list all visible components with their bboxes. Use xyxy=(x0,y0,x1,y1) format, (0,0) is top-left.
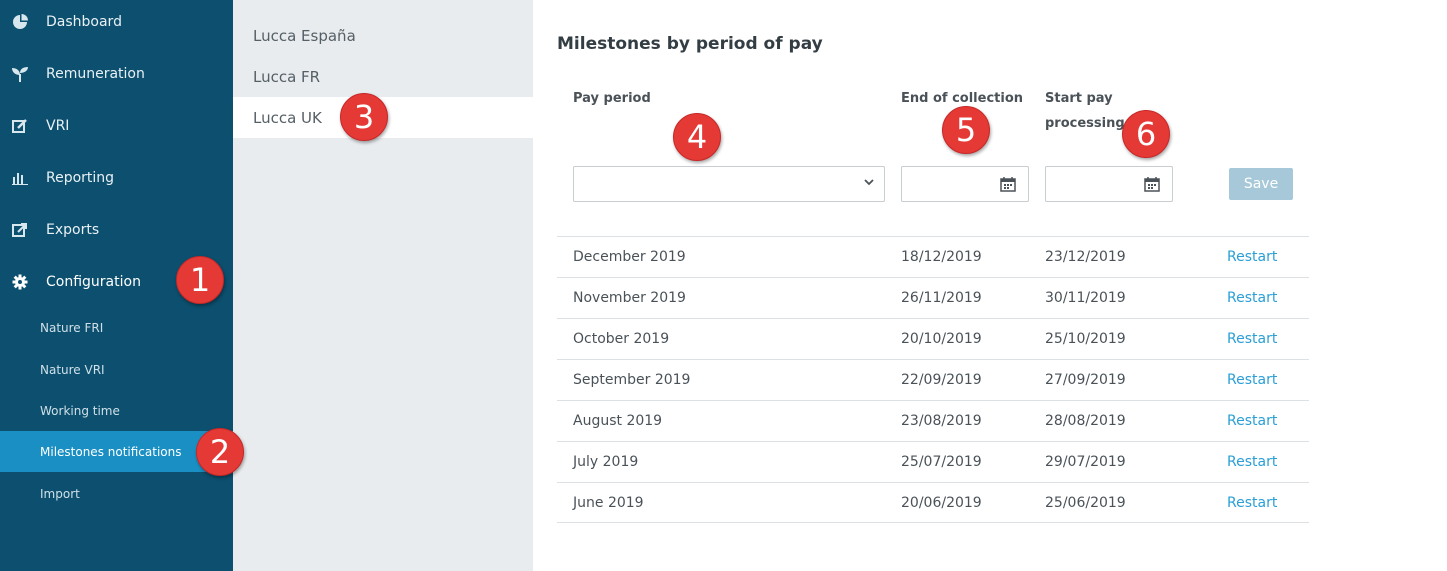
row-start-pay: 25/06/2019 xyxy=(1045,495,1126,511)
table-row: November 2019 26/11/2019 30/11/2019 Rest… xyxy=(557,277,1309,318)
row-start-pay: 23/12/2019 xyxy=(1045,249,1126,265)
row-start-pay: 25/10/2019 xyxy=(1045,331,1126,347)
callout-badge-1: 1 xyxy=(176,256,224,304)
start-pay-header-line1: Start pay xyxy=(1045,91,1113,106)
start-pay-header: Start pay processing xyxy=(1045,86,1125,136)
row-start-pay: 27/09/2019 xyxy=(1045,372,1126,388)
subnav-nature-fri-label: Nature FRI xyxy=(40,320,104,335)
end-collection-date-input[interactable] xyxy=(901,166,1029,202)
callout-badge-5: 5 xyxy=(942,106,990,154)
restart-link[interactable]: Restart xyxy=(1227,483,1277,523)
gear-icon xyxy=(11,273,29,291)
row-start-pay: 29/07/2019 xyxy=(1045,454,1126,470)
row-period: September 2019 xyxy=(573,372,691,388)
nav-vri[interactable]: VRI xyxy=(0,100,233,152)
row-period: August 2019 xyxy=(573,413,663,429)
row-end-collection: 25/07/2019 xyxy=(901,454,982,470)
subnav-milestones-notifications-label: Milestones notifications xyxy=(40,444,182,459)
nav-exports[interactable]: Exports xyxy=(0,204,233,256)
row-period: July 2019 xyxy=(573,454,639,470)
subnav-nature-vri[interactable]: Nature VRI xyxy=(0,349,233,390)
nav-remuneration-label: Remuneration xyxy=(46,66,145,82)
company-list: Lucca España Lucca FR Lucca UK xyxy=(233,0,533,571)
nav-remuneration[interactable]: Remuneration xyxy=(0,48,233,100)
subnav-nature-vri-label: Nature VRI xyxy=(40,362,105,377)
restart-link[interactable]: Restart xyxy=(1227,401,1277,441)
row-period: November 2019 xyxy=(573,290,686,306)
company-item-lucca-fr[interactable]: Lucca FR xyxy=(233,56,533,97)
row-period: October 2019 xyxy=(573,331,670,347)
nav-configuration-label: Configuration xyxy=(46,274,141,290)
edit-icon xyxy=(11,117,29,135)
subnav-nature-fri[interactable]: Nature FRI xyxy=(0,307,233,348)
company-label: Lucca FR xyxy=(253,67,321,86)
pay-period-header: Pay period xyxy=(573,91,651,106)
company-label: Lucca UK xyxy=(253,108,322,127)
subnav-import[interactable]: Import xyxy=(0,473,233,514)
start-pay-date-input[interactable] xyxy=(1045,166,1173,202)
nav-dashboard-label: Dashboard xyxy=(46,14,122,30)
nav-dashboard[interactable]: Dashboard xyxy=(0,0,233,48)
table-row: August 2019 23/08/2019 28/08/2019 Restar… xyxy=(557,400,1309,441)
callout-badge-2: 2 xyxy=(196,428,244,476)
company-item-lucca-espana[interactable]: Lucca España xyxy=(233,15,533,56)
calendar-icon[interactable] xyxy=(1144,176,1160,192)
restart-link[interactable]: Restart xyxy=(1227,442,1277,482)
callout-badge-4: 4 xyxy=(673,113,721,161)
page-title: Milestones by period of pay xyxy=(557,34,823,54)
table-row: June 2019 20/06/2019 25/06/2019 Restart xyxy=(557,482,1309,523)
row-start-pay: 28/08/2019 xyxy=(1045,413,1126,429)
sprout-icon xyxy=(11,65,29,83)
nav-reporting-label: Reporting xyxy=(46,170,115,186)
restart-link[interactable]: Restart xyxy=(1227,278,1277,318)
save-button[interactable]: Save xyxy=(1229,168,1293,200)
milestones-table: December 2019 18/12/2019 23/12/2019 Rest… xyxy=(557,236,1309,523)
company-label: Lucca España xyxy=(253,26,356,45)
chevron-down-icon xyxy=(864,177,874,190)
nav-vri-label: VRI xyxy=(46,118,70,134)
nav-reporting[interactable]: Reporting xyxy=(0,152,233,204)
restart-link[interactable]: Restart xyxy=(1227,360,1277,400)
restart-link[interactable]: Restart xyxy=(1227,319,1277,359)
start-pay-header-line2: processing xyxy=(1045,116,1125,131)
nav-exports-label: Exports xyxy=(46,222,100,238)
row-end-collection: 22/09/2019 xyxy=(901,372,982,388)
export-icon xyxy=(11,221,29,239)
calendar-icon[interactable] xyxy=(1000,176,1016,192)
table-row: December 2019 18/12/2019 23/12/2019 Rest… xyxy=(557,236,1309,277)
subnav-working-time[interactable]: Working time xyxy=(0,390,233,431)
row-end-collection: 20/10/2019 xyxy=(901,331,982,347)
table-row: September 2019 22/09/2019 27/09/2019 Res… xyxy=(557,359,1309,400)
subnav-import-label: Import xyxy=(40,486,80,501)
table-row: July 2019 25/07/2019 29/07/2019 Restart xyxy=(557,441,1309,482)
row-end-collection: 20/06/2019 xyxy=(901,495,982,511)
callout-badge-3: 3 xyxy=(340,93,388,141)
row-start-pay: 30/11/2019 xyxy=(1045,290,1126,306)
row-period: June 2019 xyxy=(573,495,644,511)
pie-chart-icon xyxy=(11,13,29,31)
restart-link[interactable]: Restart xyxy=(1227,237,1277,277)
row-end-collection: 23/08/2019 xyxy=(901,413,982,429)
table-row: October 2019 20/10/2019 25/10/2019 Resta… xyxy=(557,318,1309,359)
main-panel: Milestones by period of pay Pay period E… xyxy=(533,0,1447,571)
pay-period-select[interactable] xyxy=(573,166,885,202)
callout-badge-6: 6 xyxy=(1122,110,1170,158)
bar-chart-icon xyxy=(11,169,29,187)
row-end-collection: 18/12/2019 xyxy=(901,249,982,265)
subnav-working-time-label: Working time xyxy=(40,403,120,418)
row-end-collection: 26/11/2019 xyxy=(901,290,982,306)
row-period: December 2019 xyxy=(573,249,686,265)
